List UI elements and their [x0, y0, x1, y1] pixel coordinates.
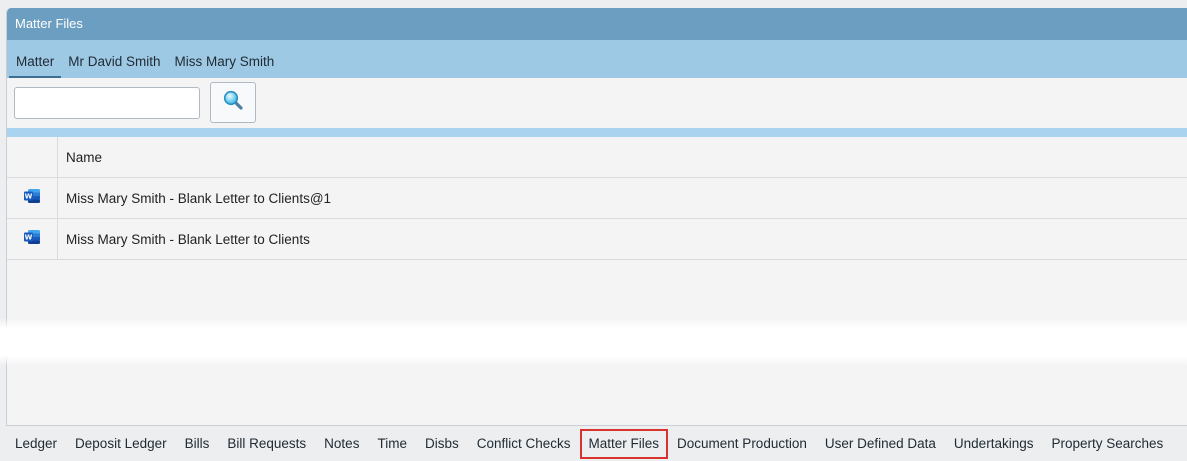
tab-property-searches[interactable]: Property Searches — [1042, 429, 1172, 459]
search-input[interactable] — [14, 87, 200, 119]
tab-mr-david-smith[interactable]: Mr David Smith — [61, 53, 167, 78]
name-column-header[interactable]: Name — [58, 137, 1187, 177]
search-bar — [7, 78, 1187, 128]
search-icon — [222, 89, 244, 116]
app-root: Matter Files Matter Mr David Smith Miss … — [0, 0, 1187, 461]
tab-user-defined-data[interactable]: User Defined Data — [816, 429, 945, 459]
screenshot-fade-band — [0, 318, 1187, 366]
bottom-tab-bar: Ledger Deposit Ledger Bills Bill Request… — [0, 426, 1187, 461]
search-button[interactable] — [210, 82, 256, 123]
separator-strip — [7, 128, 1187, 137]
tab-ledger[interactable]: Ledger — [6, 429, 66, 459]
grid-header-row: Name — [7, 137, 1187, 178]
table-row[interactable]: W Miss Mary Smith - Blank Letter to Clie… — [7, 219, 1187, 260]
tab-disbs[interactable]: Disbs — [416, 429, 468, 459]
tab-document-production[interactable]: Document Production — [668, 429, 816, 459]
tab-notes[interactable]: Notes — [315, 429, 368, 459]
tab-time[interactable]: Time — [368, 429, 416, 459]
tab-deposit-ledger[interactable]: Deposit Ledger — [66, 429, 176, 459]
party-tabs: Matter Mr David Smith Miss Mary Smith — [7, 40, 1187, 78]
svg-text:W: W — [25, 192, 33, 200]
files-grid: Name W Miss Mary Smith - Blank Letter to… — [7, 137, 1187, 260]
word-document-icon: W — [24, 188, 40, 208]
icon-column-header — [7, 137, 58, 177]
svg-text:W: W — [25, 233, 33, 241]
tab-bill-requests[interactable]: Bill Requests — [218, 429, 315, 459]
tab-matter-files[interactable]: Matter Files — [579, 428, 669, 459]
tab-conflict-checks[interactable]: Conflict Checks — [468, 429, 580, 459]
file-name: Miss Mary Smith - Blank Letter to Client… — [66, 190, 332, 206]
panel-title: Matter Files — [7, 8, 1187, 40]
tab-bills[interactable]: Bills — [176, 429, 219, 459]
table-row[interactable]: W Miss Mary Smith - Blank Letter to Clie… — [7, 178, 1187, 219]
tab-miss-mary-smith[interactable]: Miss Mary Smith — [168, 53, 282, 78]
tab-matter[interactable]: Matter — [9, 53, 62, 78]
tab-undertakings[interactable]: Undertakings — [945, 429, 1043, 459]
word-document-icon: W — [24, 229, 40, 249]
file-name: Miss Mary Smith - Blank Letter to Client… — [66, 231, 310, 247]
